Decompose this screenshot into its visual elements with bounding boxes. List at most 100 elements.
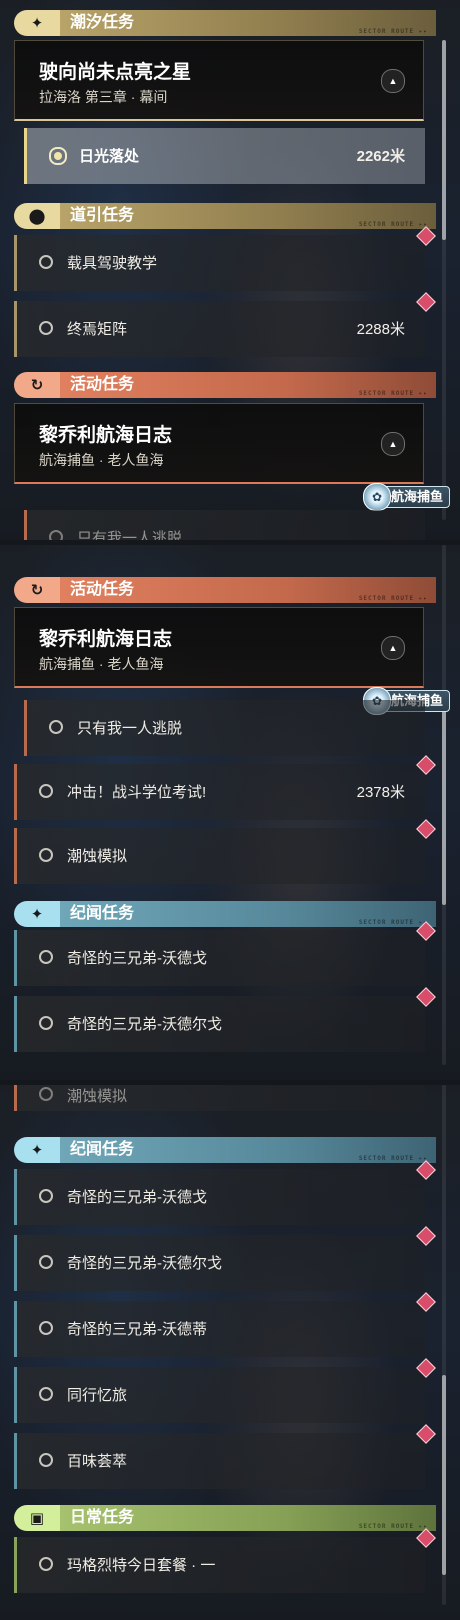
alert-diamond-icon — [416, 1424, 436, 1444]
fish-icon: ✿ — [362, 483, 391, 511]
scrollbar[interactable] — [442, 1085, 446, 1605]
feature-title: 黎乔利航海日志 — [39, 425, 173, 446]
task-label: 潮蚀模拟 — [67, 848, 128, 865]
task-label: 潮蚀模拟 — [67, 1088, 128, 1105]
collapse-arrow-icon[interactable]: ▲ — [381, 432, 405, 456]
task-item-meal[interactable]: 玛格烈特今日套餐 · 一 — [14, 1528, 436, 1593]
task-label: 玛格烈特今日套餐 · 一 — [67, 1557, 216, 1574]
alert-diamond-icon — [416, 755, 436, 775]
radio-selected-icon[interactable] — [49, 147, 67, 165]
alert-diamond-icon — [416, 292, 436, 312]
alert-diamond-icon — [416, 1226, 436, 1246]
task-label: 终焉矩阵 — [67, 321, 128, 338]
category-header-daily[interactable]: ▣ 日常任务 SECTOR ROUTE ▸▸ — [14, 1505, 436, 1531]
alert-icon: ▣ — [14, 1505, 60, 1531]
feature-subtitle: 航海捕鱼 · 老人鱼海 — [39, 452, 164, 468]
quest-list-panel-1: ✦ 潮汐任务 SECTOR ROUTE ▸▸ 驶向尚未点亮之星 拉海洛 第三章 ·… — [0, 0, 460, 540]
sparkle-icon: ✦ — [14, 10, 60, 36]
radio-icon[interactable] — [39, 1087, 53, 1101]
scrollbar-thumb[interactable] — [442, 1375, 446, 1575]
feature-subtitle: 航海捕鱼 · 老人鱼海 — [39, 656, 164, 672]
feature-card-voyage[interactable]: 黎乔利航海日志 航海捕鱼 · 老人鱼海 ▲ — [14, 607, 424, 688]
feature-card-voyage[interactable]: 黎乔利航海日志 航海捕鱼 · 老人鱼海 ▲ — [14, 403, 424, 484]
radio-icon[interactable] — [39, 1557, 53, 1571]
refresh-icon: ↻ — [14, 372, 60, 398]
radio-icon[interactable] — [39, 1387, 53, 1401]
radio-icon[interactable] — [49, 530, 63, 540]
category-label: 活动任务 — [70, 376, 135, 393]
collapse-arrow-icon[interactable]: ▲ — [381, 636, 405, 660]
alert-diamond-icon — [416, 819, 436, 839]
radio-icon[interactable] — [39, 321, 53, 335]
category-label: 纪闻任务 — [70, 1141, 135, 1158]
radio-icon[interactable] — [39, 1016, 53, 1030]
task-label: 奇怪的三兄弟-沃德蒂 — [67, 1321, 207, 1338]
task-distance: 2378米 — [356, 784, 405, 801]
task-item-brothers2[interactable]: 奇怪的三兄弟-沃德尔戈 — [14, 987, 436, 1052]
task-label: 奇怪的三兄弟-沃德尔戈 — [67, 1016, 222, 1033]
category-header-chronicle[interactable]: ✦ 纪闻任务 SECTOR ROUTE ▸▸ — [14, 1137, 436, 1163]
sparkle-icon: ✦ — [14, 1137, 60, 1163]
task-item-brothers3[interactable]: 奇怪的三兄弟-沃德蒂 — [14, 1292, 436, 1357]
task-item-erosion[interactable]: 潮蚀模拟 — [14, 819, 436, 884]
task-label: 冲击！战斗学位考试! — [67, 784, 207, 801]
task-item-exam[interactable]: 冲击！战斗学位考试! 2378米 — [14, 755, 436, 820]
category-label: 活动任务 — [70, 581, 135, 598]
task-label: 日光落处 — [79, 148, 140, 165]
scrollbar-thumb[interactable] — [442, 40, 446, 240]
radio-icon[interactable] — [39, 255, 53, 269]
alert-diamond-icon — [416, 987, 436, 1007]
scrollbar-thumb[interactable] — [442, 705, 446, 905]
task-label: 百味荟萃 — [67, 1453, 128, 1470]
task-item-erosion[interactable]: 潮蚀模拟 — [14, 1085, 425, 1111]
radio-icon[interactable] — [49, 720, 63, 734]
feature-card-star[interactable]: 驶向尚未点亮之星 拉海洛 第三章 · 幕间 ▲ — [14, 40, 424, 121]
alert-diamond-icon — [416, 1292, 436, 1312]
collapse-arrow-icon[interactable]: ▲ — [381, 69, 405, 93]
task-item-sunlight[interactable]: 日光落处 2262米 — [24, 128, 425, 184]
task-item-brothers1[interactable]: 奇怪的三兄弟-沃德戈 — [14, 921, 436, 986]
scrollbar[interactable] — [442, 545, 446, 1065]
task-item-brothers2[interactable]: 奇怪的三兄弟-沃德尔戈 — [14, 1226, 436, 1291]
category-header-chronicle[interactable]: ✦ 纪闻任务 SECTOR ROUTE ▸▸ — [14, 901, 436, 927]
category-label: 道引任务 — [70, 207, 135, 224]
sparkle-icon: ✦ — [14, 901, 60, 927]
category-label: 潮汐任务 — [70, 14, 135, 31]
task-item-brothers1[interactable]: 奇怪的三兄弟-沃德戈 — [14, 1160, 436, 1225]
task-distance: 2288米 — [356, 321, 405, 338]
task-label: 只有我一人逃脱 — [77, 530, 183, 540]
radio-icon[interactable] — [39, 1453, 53, 1467]
radio-icon[interactable] — [39, 784, 53, 798]
radio-icon[interactable] — [39, 950, 53, 964]
radio-icon[interactable] — [39, 1321, 53, 1335]
category-header-event[interactable]: ↻ 活动任务 SECTOR ROUTE ▸▸ — [14, 577, 436, 603]
category-label: 日常任务 — [70, 1509, 135, 1526]
category-header-tide[interactable]: ✦ 潮汐任务 SECTOR ROUTE ▸▸ — [14, 10, 436, 36]
task-label: 奇怪的三兄弟-沃德戈 — [67, 1189, 207, 1206]
task-label: 同行忆旅 — [67, 1387, 128, 1404]
radio-icon[interactable] — [39, 1189, 53, 1203]
radio-icon[interactable] — [39, 848, 53, 862]
feature-title: 黎乔利航海日志 — [39, 629, 173, 650]
badge-label: 航海捕鱼 — [390, 489, 443, 504]
refresh-icon: ↻ — [14, 577, 60, 603]
task-item-matrix[interactable]: 终焉矩阵 2288米 — [14, 292, 436, 357]
task-distance: 2262米 — [356, 148, 405, 165]
task-item-flavor[interactable]: 百味荟萃 — [14, 1424, 436, 1489]
location-pin-icon: ⬤ — [14, 203, 60, 229]
task-item-driving[interactable]: 载具驾驶教学 — [14, 226, 436, 291]
quest-list-panel-2: ↻ 活动任务 SECTOR ROUTE ▸▸ 黎乔利航海日志 航海捕鱼 · 老人鱼… — [0, 545, 460, 1080]
category-header-guide[interactable]: ⬤ 道引任务 SECTOR ROUTE ▸▸ — [14, 203, 436, 229]
task-item-escape[interactable]: 只有我一人逃脱 — [24, 510, 425, 540]
category-header-event[interactable]: ↻ 活动任务 SECTOR ROUTE ▸▸ — [14, 372, 436, 398]
task-label: 奇怪的三兄弟-沃德戈 — [67, 950, 207, 967]
alert-diamond-icon — [416, 1358, 436, 1378]
feature-title: 驶向尚未点亮之星 — [39, 62, 192, 83]
task-item-escape[interactable]: 只有我一人逃脱 — [24, 700, 425, 756]
task-label: 奇怪的三兄弟-沃德尔戈 — [67, 1255, 222, 1272]
fishing-badge: ✿航海捕鱼 — [362, 483, 450, 511]
task-item-memory[interactable]: 同行忆旅 — [14, 1358, 436, 1423]
radio-icon[interactable] — [39, 1255, 53, 1269]
scrollbar[interactable] — [442, 40, 446, 520]
task-label: 载具驾驶教学 — [67, 255, 158, 272]
